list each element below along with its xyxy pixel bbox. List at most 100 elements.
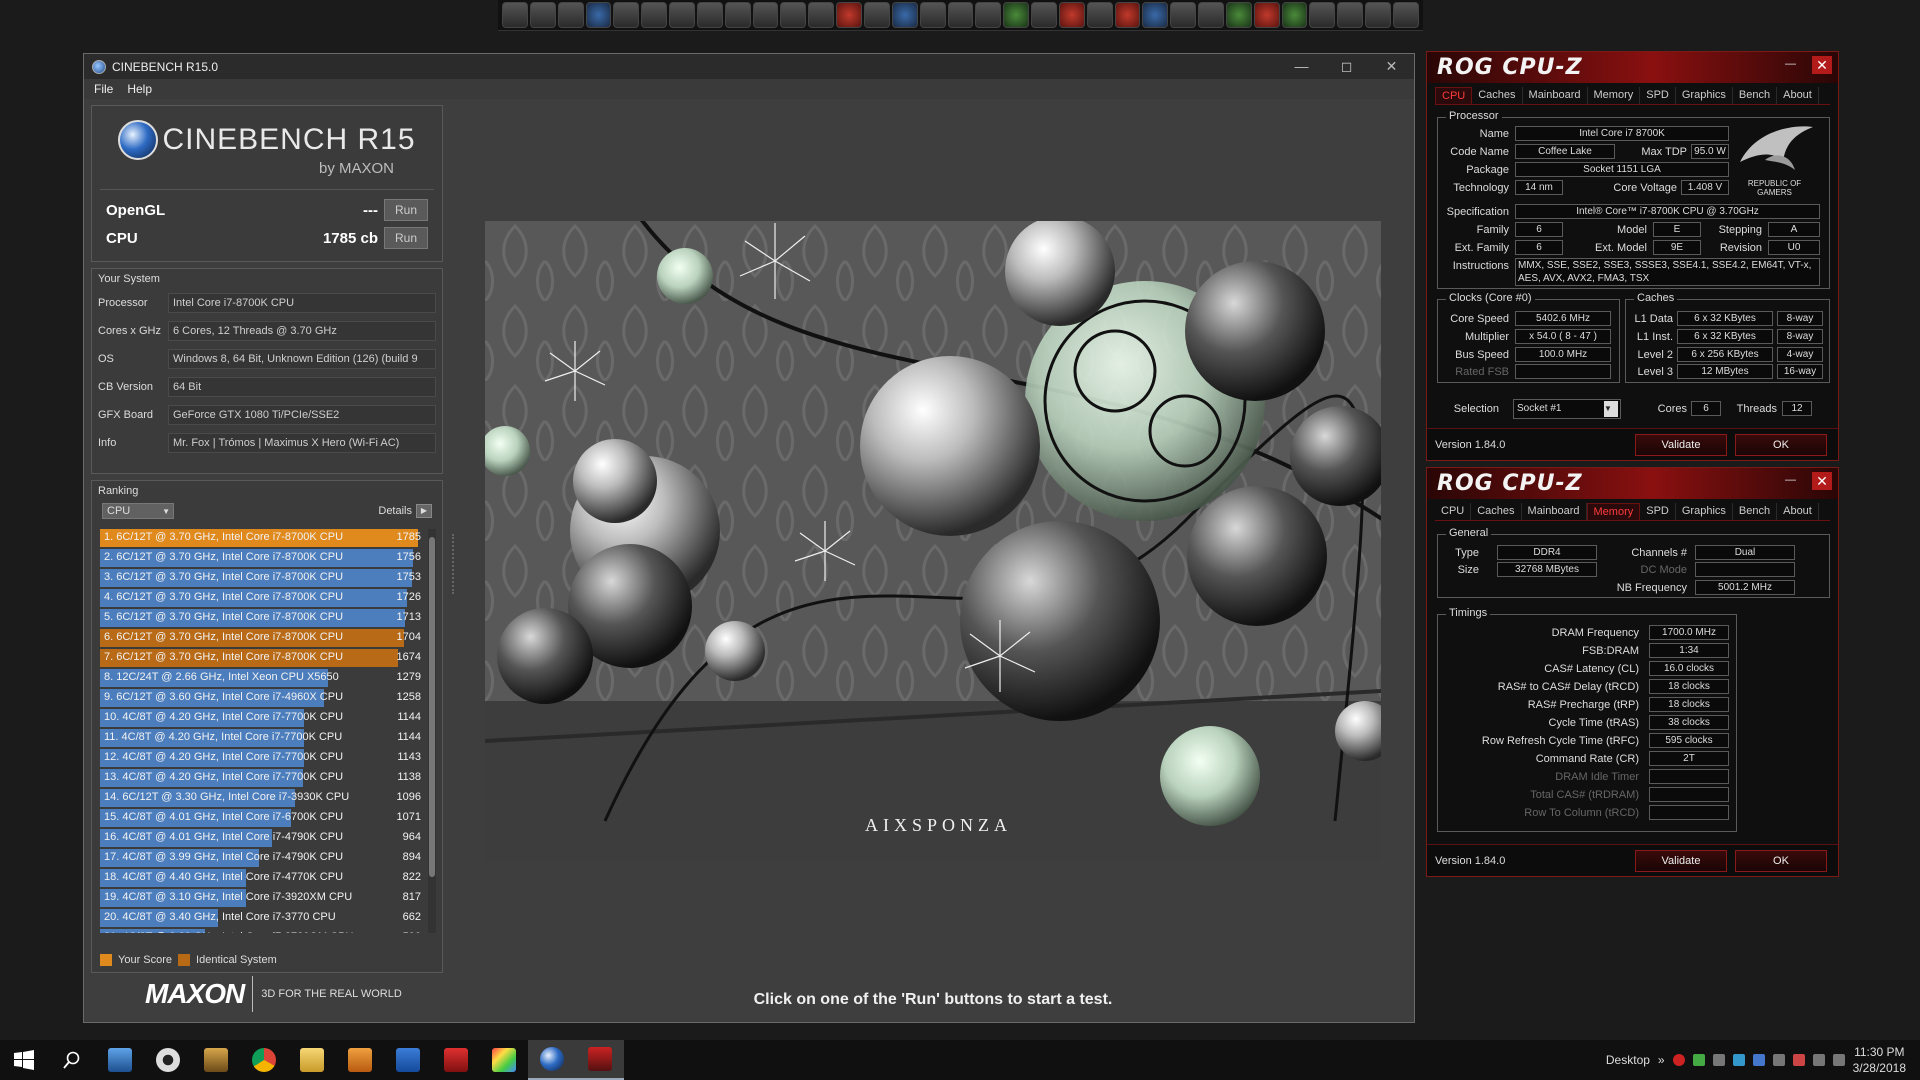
dock-app-icon[interactable] <box>613 2 640 28</box>
tray-display-icon[interactable] <box>1812 1054 1825 1066</box>
search-button[interactable] <box>48 1040 96 1080</box>
taskbar-app-outlook[interactable] <box>384 1040 432 1080</box>
dock-app-icon[interactable] <box>1003 2 1030 28</box>
minimize-button[interactable]: — <box>1785 474 1796 486</box>
tray-alert-icon[interactable] <box>1672 1054 1685 1066</box>
tab-cpu[interactable]: CPU <box>1435 503 1472 520</box>
ranking-item[interactable]: 5. 6C/12T @ 3.70 GHz, Intel Core i7-8700… <box>100 608 425 628</box>
dock-app-icon[interactable] <box>947 2 974 28</box>
tray-app-icon[interactable] <box>1772 1054 1785 1066</box>
ranking-item[interactable]: 10. 4C/8T @ 4.20 GHz, Intel Core i7-7700… <box>100 708 425 728</box>
maximize-button[interactable]: ◻ <box>1324 58 1369 75</box>
dock-app-icon[interactable] <box>1337 2 1364 28</box>
tab-about[interactable]: About <box>1777 87 1819 104</box>
ranking-item[interactable]: 3. 6C/12T @ 3.70 GHz, Intel Core i7-8700… <box>100 568 425 588</box>
tab-mainboard[interactable]: Mainboard <box>1523 87 1588 104</box>
ranking-item[interactable]: 4. 6C/12T @ 3.70 GHz, Intel Core i7-8700… <box>100 588 425 608</box>
ranking-item[interactable]: 12. 4C/8T @ 4.20 GHz, Intel Core i7-7700… <box>100 748 425 768</box>
close-button[interactable]: ✕ <box>1369 58 1414 75</box>
tab-graphics[interactable]: Graphics <box>1676 503 1733 520</box>
dock-app-icon[interactable] <box>1142 2 1169 28</box>
taskbar-app-explorer[interactable] <box>288 1040 336 1080</box>
taskbar-app-settings[interactable] <box>144 1040 192 1080</box>
opengl-run-button[interactable]: Run <box>384 199 428 221</box>
close-button[interactable]: ✕ <box>1812 56 1832 74</box>
dock-app-icon[interactable] <box>863 2 890 28</box>
ranking-item[interactable]: 17. 4C/8T @ 3.99 GHz, Intel Core i7-4790… <box>100 848 425 868</box>
dock-app-icon[interactable] <box>1031 2 1057 28</box>
dock-app-icon[interactable] <box>808 2 835 28</box>
ranking-item[interactable]: 1. 6C/12T @ 3.70 GHz, Intel Core i7-8700… <box>100 528 425 548</box>
taskbar-app-cpuz[interactable] <box>576 1040 624 1080</box>
taskbar-app-chrome[interactable] <box>240 1040 288 1080</box>
tab-spd[interactable]: SPD <box>1640 87 1676 104</box>
dock-app-icon[interactable] <box>919 2 946 28</box>
ranking-item[interactable]: 18. 4C/8T @ 4.40 GHz, Intel Core i7-4770… <box>100 868 425 888</box>
taskbar-app-media[interactable] <box>336 1040 384 1080</box>
tab-bench[interactable]: Bench <box>1733 503 1778 520</box>
cpu-run-button[interactable]: Run <box>384 227 428 249</box>
menu-help[interactable]: Help <box>127 82 152 96</box>
tab-graphics[interactable]: Graphics <box>1676 87 1733 104</box>
minimize-button[interactable]: — <box>1279 58 1324 75</box>
dock-app-icon[interactable] <box>1309 2 1336 28</box>
ranking-item[interactable]: 20. 4C/8T @ 3.40 GHz, Intel Core i7-3770… <box>100 908 425 928</box>
minimize-button[interactable]: — <box>1785 58 1796 70</box>
ranking-item[interactable]: 8. 12C/24T @ 2.66 GHz, Intel Xeon CPU X5… <box>100 668 425 688</box>
dock-app-icon[interactable] <box>1086 2 1113 28</box>
tray-bluetooth-icon[interactable] <box>1752 1054 1765 1066</box>
details-button[interactable]: ▶ <box>416 504 432 518</box>
ranking-item[interactable]: 9. 6C/12T @ 3.60 GHz, Intel Core i7-4960… <box>100 688 425 708</box>
volume-icon[interactable] <box>1832 1054 1845 1066</box>
close-button[interactable]: ✕ <box>1812 472 1832 490</box>
ranking-type-select[interactable]: CPU ▼ <box>102 503 174 519</box>
ranking-item[interactable]: 16. 4C/8T @ 4.01 GHz, Intel Core i7-4790… <box>100 828 425 848</box>
ranking-scrollbar[interactable] <box>428 529 436 933</box>
dock-app-icon[interactable] <box>975 2 1002 28</box>
dock-app-icon[interactable] <box>557 2 584 28</box>
dock-app-icon[interactable] <box>1281 2 1308 28</box>
dock-app-icon[interactable] <box>1225 2 1252 28</box>
dock-app-icon[interactable] <box>1253 2 1280 28</box>
dock-app-icon[interactable] <box>1170 2 1197 28</box>
tab-memory[interactable]: Memory <box>1586 503 1641 520</box>
tab-bench[interactable]: Bench <box>1733 87 1778 104</box>
dock-app-icon[interactable] <box>752 2 779 28</box>
ranking-item[interactable]: 7. 6C/12T @ 3.70 GHz, Intel Core i7-8700… <box>100 648 425 668</box>
dock-app-icon[interactable] <box>585 2 612 28</box>
tab-caches[interactable]: Caches <box>1472 87 1523 104</box>
clock[interactable]: 11:30 PM 3/28/2018 <box>1853 1044 1906 1076</box>
tab-memory[interactable]: Memory <box>1588 87 1641 104</box>
dock-app-icon[interactable] <box>1393 2 1419 28</box>
ranking-item[interactable]: 14. 6C/12T @ 3.30 GHz, Intel Core i7-393… <box>100 788 425 808</box>
taskbar-app-paint[interactable] <box>480 1040 528 1080</box>
dock-app-icon[interactable] <box>1365 2 1391 28</box>
sys-info-input[interactable]: Mr. Fox | Trómos | Maximus X Hero (Wi-Fi… <box>168 433 436 453</box>
ok-button[interactable]: OK <box>1735 434 1827 456</box>
selection-dropdown[interactable]: Socket #1 ▼ <box>1513 399 1621 419</box>
tray-rog-icon[interactable] <box>1792 1054 1805 1066</box>
dock-app-icon[interactable] <box>696 2 723 28</box>
dock-app-icon[interactable] <box>891 2 918 28</box>
tab-mainboard[interactable]: Mainboard <box>1522 503 1587 520</box>
dock-app-icon[interactable] <box>836 2 862 28</box>
scrollbar-thumb[interactable] <box>429 537 435 877</box>
dock-app-icon[interactable] <box>1114 2 1141 28</box>
ranking-item[interactable]: 11. 4C/8T @ 4.20 GHz, Intel Core i7-7700… <box>100 728 425 748</box>
tray-network-icon[interactable] <box>1732 1054 1745 1066</box>
tray-nvidia-icon[interactable] <box>1692 1054 1705 1066</box>
dock-app-icon[interactable] <box>724 2 751 28</box>
ranking-item[interactable]: 13. 4C/8T @ 4.20 GHz, Intel Core i7-7700… <box>100 768 425 788</box>
ok-button[interactable]: OK <box>1735 850 1827 872</box>
taskbar-app-nero[interactable] <box>432 1040 480 1080</box>
ranking-item[interactable]: 15. 4C/8T @ 4.01 GHz, Intel Core i7-6700… <box>100 808 425 828</box>
taskbar-app-cinebench[interactable] <box>528 1040 576 1080</box>
validate-button[interactable]: Validate <box>1635 434 1727 456</box>
dock-app-icon[interactable] <box>641 2 668 28</box>
dock-app-icon[interactable] <box>1198 2 1224 28</box>
dock-app-icon[interactable] <box>669 2 695 28</box>
taskbar-app-utility[interactable] <box>192 1040 240 1080</box>
desktop-toolbar-label[interactable]: Desktop <box>1606 1053 1650 1067</box>
tab-caches[interactable]: Caches <box>1471 503 1522 520</box>
tray-usb-icon[interactable] <box>1712 1054 1725 1066</box>
